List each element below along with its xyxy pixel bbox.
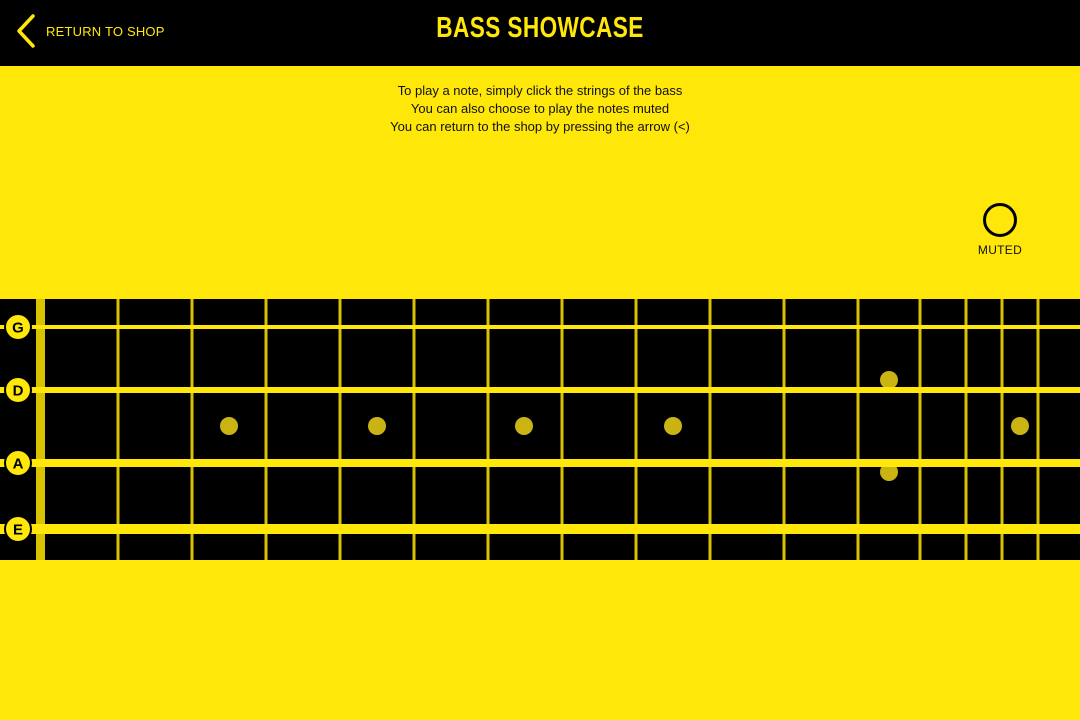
fret-inlay-dot xyxy=(368,417,386,435)
string-label[interactable]: G xyxy=(12,320,24,337)
fret-inlay-dot xyxy=(880,371,898,389)
fret-wire xyxy=(1036,299,1040,560)
fret-wire xyxy=(190,299,194,560)
string-e[interactable] xyxy=(0,524,1080,534)
string-a[interactable] xyxy=(0,459,1080,467)
string-d[interactable] xyxy=(0,387,1080,393)
fret-inlay-dot xyxy=(220,417,238,435)
fret-wire xyxy=(918,299,922,560)
fret-wire xyxy=(634,299,638,560)
bass-fretboard[interactable]: G D A E xyxy=(0,299,1080,560)
fretboard-graphic[interactable]: G D A E xyxy=(0,299,1080,560)
fret-wire xyxy=(782,299,786,560)
string-label[interactable]: E xyxy=(13,522,23,539)
muted-radio-icon[interactable] xyxy=(983,203,1017,237)
page-title: BASS SHOWCASE xyxy=(436,12,644,44)
instruction-line: To play a note, simply click the strings… xyxy=(397,83,683,98)
header-bar: RETURN TO SHOP BASS SHOWCASE xyxy=(0,0,1080,66)
fret-wire xyxy=(1000,299,1004,560)
fret-wire xyxy=(708,299,712,560)
string-label[interactable]: D xyxy=(13,383,24,400)
fret-inlay-dot xyxy=(664,417,682,435)
fret-wire xyxy=(264,299,268,560)
bass-showcase-page: RETURN TO SHOP BASS SHOWCASE To play a n… xyxy=(0,0,1080,720)
string-g[interactable] xyxy=(0,325,1080,329)
fret-wire xyxy=(856,299,860,560)
instruction-line: You can also choose to play the notes mu… xyxy=(410,101,670,116)
fret-wire xyxy=(964,299,968,560)
instructions: To play a note, simply click the strings… xyxy=(0,82,1080,136)
muted-label: MUTED xyxy=(977,243,1023,257)
nut xyxy=(36,299,45,560)
string-label[interactable]: A xyxy=(13,456,24,473)
chevron-left-icon[interactable] xyxy=(14,13,38,49)
fret-inlay-dot xyxy=(515,417,533,435)
fret-wire xyxy=(560,299,564,560)
fret-inlay-dot xyxy=(1011,417,1029,435)
fret-wire xyxy=(116,299,120,560)
fret-wire xyxy=(338,299,342,560)
muted-toggle[interactable]: MUTED xyxy=(972,203,1028,257)
instruction-line: You can return to the shop by pressing t… xyxy=(390,119,690,134)
fret-wire xyxy=(412,299,416,560)
fret-wire xyxy=(486,299,490,560)
